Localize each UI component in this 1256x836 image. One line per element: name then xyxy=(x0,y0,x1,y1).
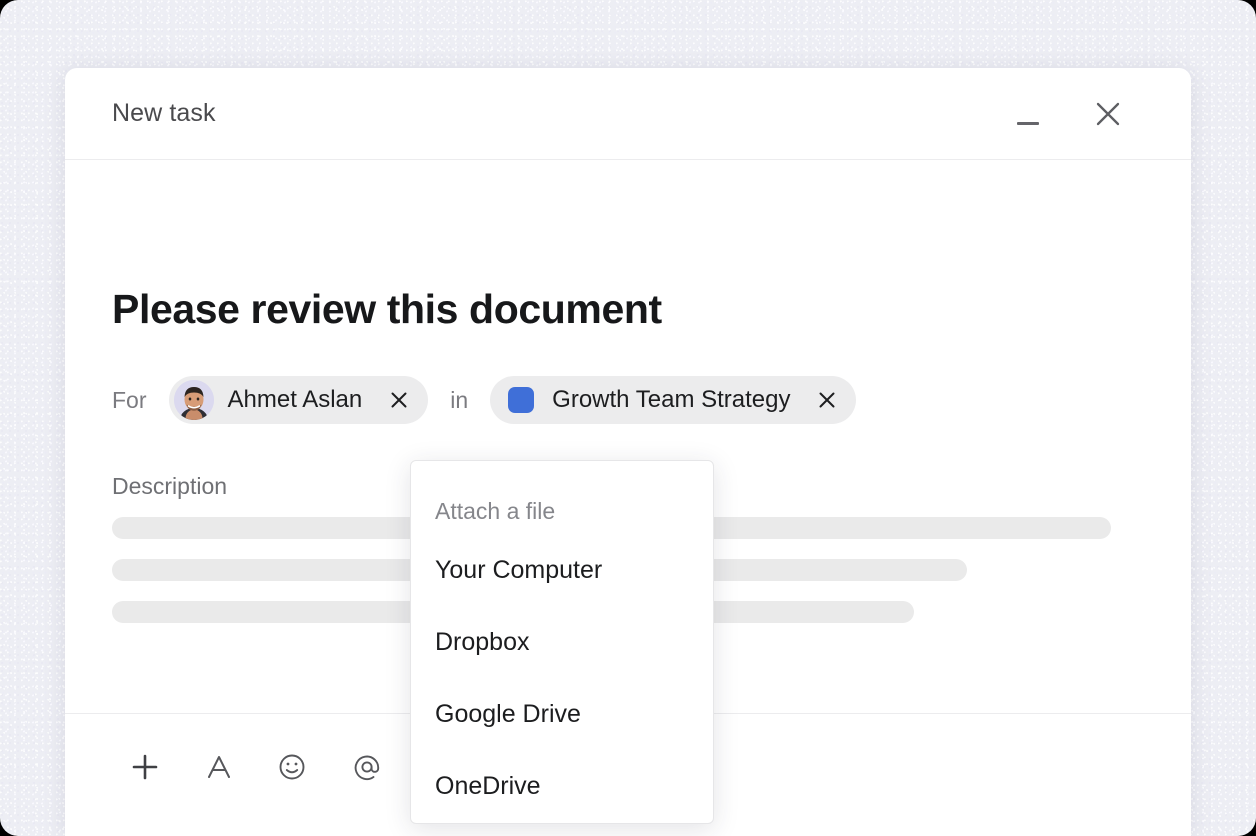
minimize-icon xyxy=(1017,121,1039,125)
smiley-icon xyxy=(279,754,305,780)
emoji-button[interactable] xyxy=(269,744,315,790)
task-meta-row: For Ahmet Aslan in Growth Team Strategy xyxy=(112,373,857,427)
dialog-body: Please review this document For Ahmet As… xyxy=(65,160,1191,824)
close-button[interactable] xyxy=(1086,92,1130,136)
remove-project-button[interactable] xyxy=(810,383,844,417)
project-color-icon xyxy=(508,387,535,413)
for-label: For xyxy=(112,386,147,413)
close-icon xyxy=(819,392,835,408)
dialog-titlebar: New task xyxy=(65,68,1191,160)
dialog-title: New task xyxy=(112,99,216,127)
minimize-button[interactable] xyxy=(1006,92,1050,136)
menu-item-google-drive[interactable]: Google Drive xyxy=(411,678,713,750)
close-icon xyxy=(1096,102,1120,126)
description-label: Description xyxy=(112,473,228,499)
remove-assignee-button[interactable] xyxy=(382,383,416,417)
attach-file-menu: Attach a file Your Computer Dropbox Goog… xyxy=(410,460,714,824)
project-name: Growth Team Strategy xyxy=(552,386,791,413)
text-format-icon xyxy=(208,756,230,778)
at-icon xyxy=(354,755,380,780)
text-format-button[interactable] xyxy=(196,744,242,790)
add-button[interactable] xyxy=(122,744,168,790)
page-background: New task Please review this document For xyxy=(0,0,1256,836)
task-title[interactable]: Please review this document xyxy=(112,286,662,333)
assignee-avatar xyxy=(173,380,214,420)
close-icon xyxy=(391,392,407,408)
menu-item-onedrive[interactable]: OneDrive xyxy=(411,750,713,822)
menu-item-dropbox[interactable]: Dropbox xyxy=(411,606,713,678)
assignee-chip[interactable]: Ahmet Aslan xyxy=(168,376,429,424)
plus-icon xyxy=(132,754,158,780)
mention-button[interactable] xyxy=(344,744,390,790)
assignee-name: Ahmet Aslan xyxy=(227,386,363,413)
attach-menu-header: Attach a file xyxy=(435,498,556,524)
menu-item-your-computer[interactable]: Your Computer xyxy=(411,534,713,606)
in-label: in xyxy=(450,386,469,413)
project-chip[interactable]: Growth Team Strategy xyxy=(490,376,857,424)
new-task-dialog: New task Please review this document For xyxy=(65,68,1191,836)
